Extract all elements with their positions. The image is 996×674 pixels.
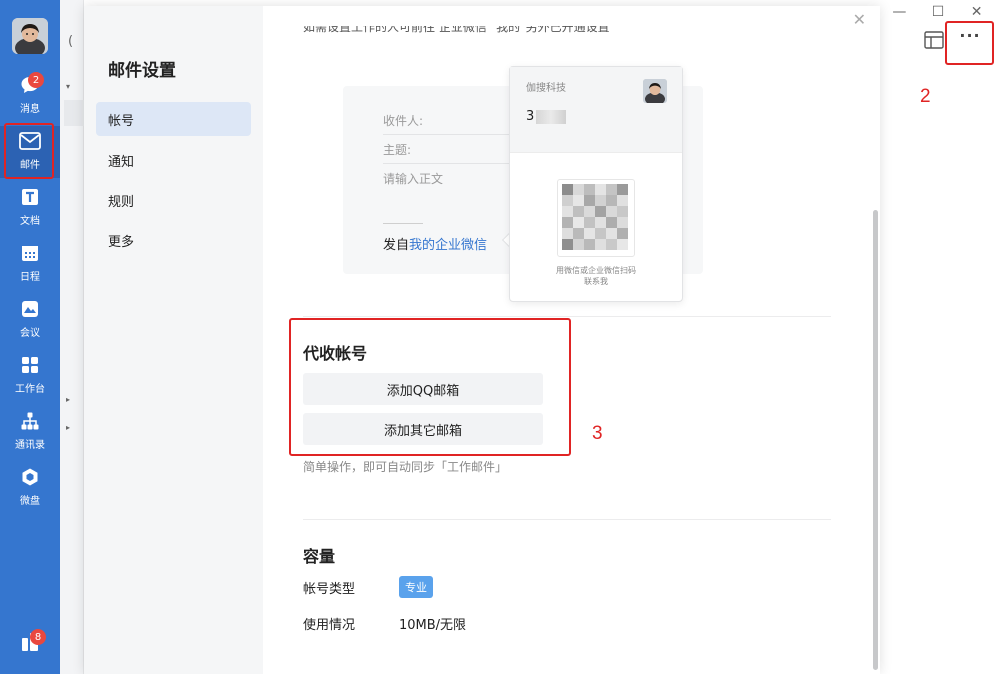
blurred-name	[536, 109, 567, 124]
usage-label: 使用情况	[303, 618, 356, 633]
dialog-close-icon[interactable]: ✕	[853, 10, 866, 29]
settings-tab-notification[interactable]: 通知	[96, 143, 251, 177]
nav-label: 消息	[20, 104, 40, 115]
strip-selected-row	[64, 100, 84, 126]
nav-bottom-app[interactable]: 8	[0, 626, 60, 674]
signature-text: 发自我的企业微信	[383, 234, 487, 253]
strip-caret: ▾	[66, 82, 71, 91]
nav-label: 日程	[20, 272, 40, 283]
more-options-button[interactable]: ···	[953, 26, 987, 52]
unread-badge: 2	[28, 72, 44, 88]
add-other-mailbox-button[interactable]: 添加其它邮箱	[303, 413, 543, 445]
card-company: 伽搜科技	[526, 83, 566, 94]
docs-icon	[19, 186, 41, 208]
preview-to-field: 收件人:	[383, 106, 523, 135]
nav-mail[interactable]: 邮件	[0, 126, 60, 178]
nav-label: 通讯录	[15, 440, 45, 451]
section-divider	[303, 519, 831, 520]
account-type-label: 帐号类型	[303, 582, 356, 597]
preview-body-placeholder: 请输入正文	[383, 172, 444, 186]
nav-label: 邮件	[20, 160, 40, 171]
strip-caret: ▸	[66, 395, 71, 404]
org-chart-icon	[19, 410, 41, 432]
notification-badge: 8	[30, 629, 46, 645]
minimize-icon[interactable]: —	[889, 4, 909, 20]
settings-sidebar: 邮件设置 帐号 通知 规则 更多	[84, 6, 263, 674]
annotation-number-3: 3	[592, 423, 603, 444]
proxy-accounts-title: 代收帐号	[303, 344, 368, 363]
mail-settings-dialog: 邮件设置 帐号 通知 规则 更多 如需设置工作的人可前往 企业微信 "我的"另外…	[84, 6, 880, 674]
drive-icon	[19, 466, 41, 488]
maximize-icon[interactable]: ☐	[928, 4, 948, 20]
nav-label: 微盘	[20, 496, 40, 507]
close-window-icon[interactable]: ✕	[967, 4, 987, 20]
usage-value: 10MB/无限	[399, 618, 467, 633]
nav-contacts[interactable]: 通讯录	[0, 406, 60, 458]
qr-caption-line2: 联系我	[584, 277, 608, 286]
layout-icon[interactable]	[924, 31, 944, 53]
qr-code	[557, 179, 635, 257]
settings-tab-account[interactable]: 帐号	[96, 102, 251, 136]
nav-label: 工作台	[15, 384, 45, 395]
content-scrollbar[interactable]	[873, 210, 878, 670]
preview-subject-field: 主题:	[383, 135, 523, 164]
capacity-title: 容量	[303, 547, 336, 566]
add-qq-mailbox-button[interactable]: 添加QQ邮箱	[303, 373, 543, 405]
annotation-number-2: 2	[920, 86, 931, 107]
nav-workbench[interactable]: 工作台	[0, 350, 60, 402]
top-cut-text: 如需设置工作的人可前往 企业微信 "我的"另外已开通设置	[303, 20, 610, 34]
settings-tab-rules[interactable]: 规则	[96, 183, 251, 217]
nav-calendar[interactable]: 日程	[0, 238, 60, 290]
grid-icon	[19, 354, 41, 376]
card-name-initial: 3	[526, 109, 535, 124]
proxy-hint-text: 简单操作，即可自动同步「工作邮件」	[303, 460, 508, 474]
business-card-popover: 伽搜科技 3 用微信或企业微信扫码 联系我	[509, 66, 683, 302]
qr-caption-line1: 用微信或企业微信扫码	[556, 266, 636, 275]
section-divider	[303, 316, 831, 317]
nav-messages[interactable]: 消息 2	[0, 70, 60, 122]
strip-caret: ▸	[66, 423, 71, 432]
signature-prefix: 发自	[383, 238, 410, 253]
user-avatar[interactable]	[12, 18, 48, 54]
mail-folder-strip: ( ▾ ▸ ▸	[60, 0, 84, 674]
card-header: 伽搜科技 3	[510, 67, 682, 153]
dialog-title: 邮件设置	[108, 61, 176, 81]
card-name: 3	[526, 109, 567, 124]
signature-divider	[383, 223, 423, 224]
nav-meeting[interactable]: 会议	[0, 294, 60, 346]
card-avatar	[643, 79, 667, 103]
settings-content: 如需设置工作的人可前往 企业微信 "我的"另外已开通设置 ✕ 收件人: 主题: …	[263, 6, 880, 674]
calendar-icon	[19, 242, 41, 264]
strip-bracket: (	[68, 34, 74, 49]
nav-drive[interactable]: 微盘	[0, 462, 60, 514]
window-controls: — ☐ ✕	[880, 0, 996, 24]
qr-caption: 用微信或企业微信扫码 联系我	[510, 265, 682, 287]
nav-label: 会议	[20, 328, 40, 339]
settings-tab-more[interactable]: 更多	[96, 223, 251, 257]
nav-docs[interactable]: 文档	[0, 182, 60, 234]
signature-link[interactable]: 我的企业微信	[409, 238, 487, 253]
mail-icon	[19, 130, 41, 152]
meeting-icon	[19, 298, 41, 320]
account-type-badge: 专业	[399, 576, 433, 598]
app-sidebar: 消息 2 邮件 文档 日程 会议 工作台 通讯录 微盘 8	[0, 0, 60, 674]
nav-label: 文档	[20, 216, 40, 227]
